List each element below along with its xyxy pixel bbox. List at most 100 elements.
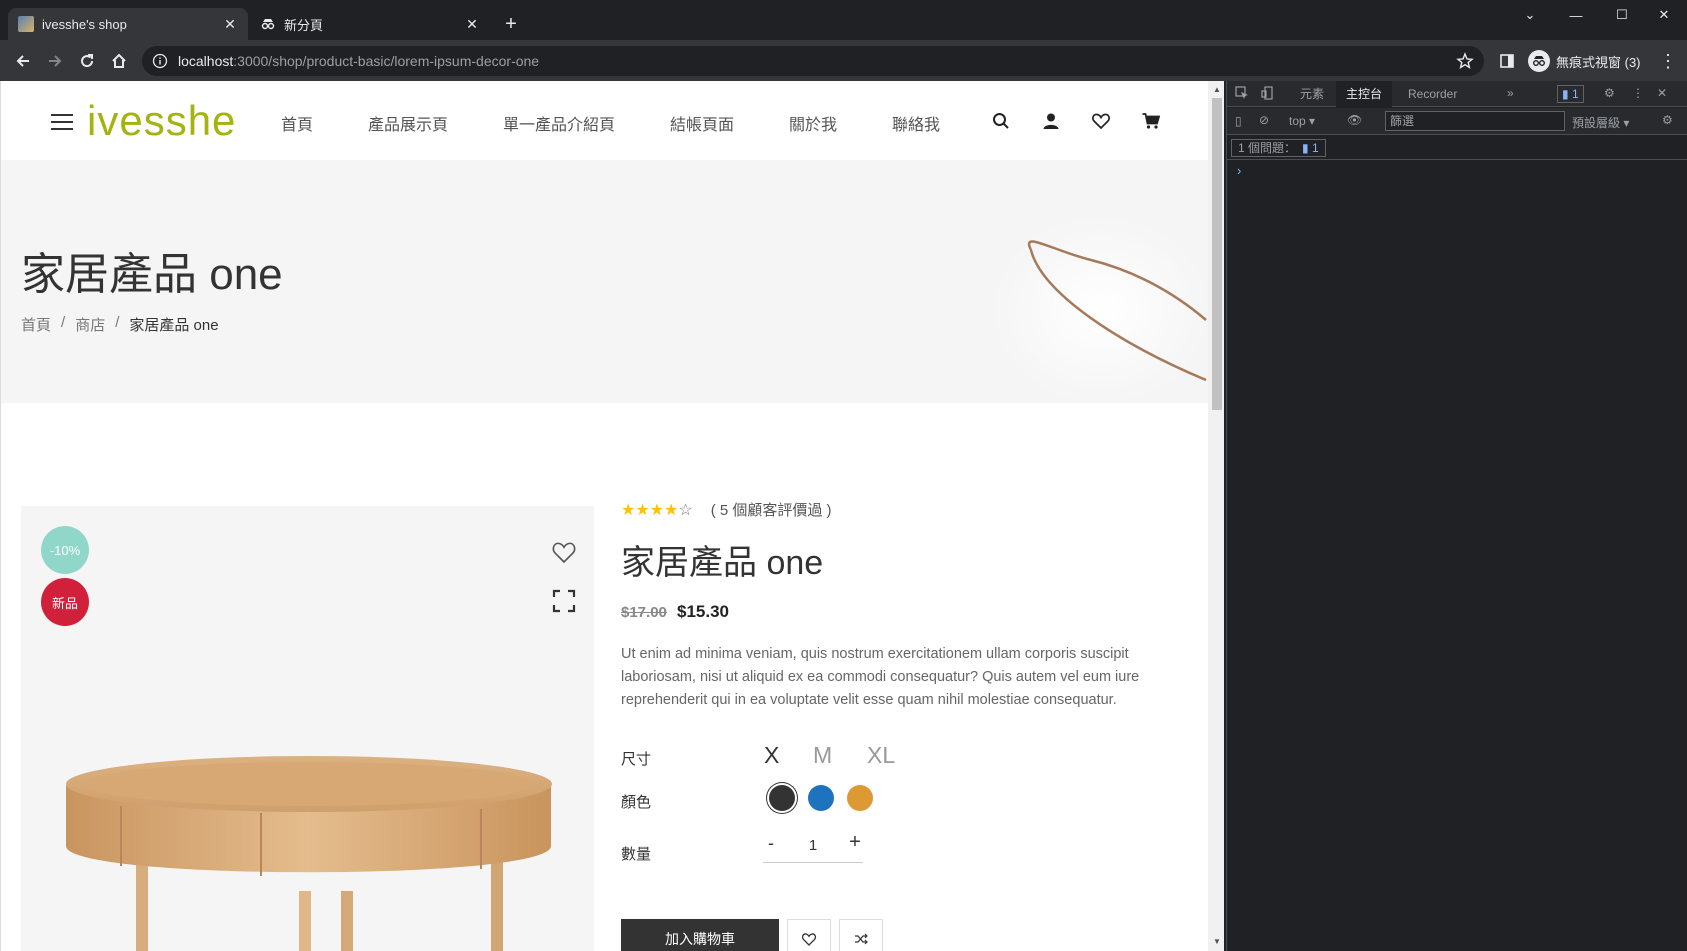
size-option-m[interactable]: M xyxy=(813,742,832,769)
profile-label: 無痕式視窗 (3) xyxy=(1556,54,1641,70)
clear-console-icon[interactable]: ⊘ xyxy=(1259,113,1269,127)
browser-tab-active[interactable]: ivesshe's shop ✕ xyxy=(8,8,248,40)
side-panel-icon[interactable] xyxy=(1494,48,1520,74)
device-toolbar-icon[interactable] xyxy=(1261,86,1275,103)
scroll-down-icon[interactable]: ▼ xyxy=(1213,937,1221,946)
quantity-increment-button[interactable]: + xyxy=(847,831,863,854)
close-tab-icon[interactable]: ✕ xyxy=(222,16,238,32)
minimize-button[interactable]: — xyxy=(1553,0,1599,30)
breadcrumb-separator: / xyxy=(61,314,66,331)
color-swatch-blue[interactable] xyxy=(808,785,834,811)
tab-title: 新分頁 xyxy=(284,17,324,33)
page-title: 家居產品 one xyxy=(21,250,283,299)
page-viewport: ivesshe 首頁 產品展示頁 單一產品介紹頁 結帳頁面 關於我 聯絡我 家居… xyxy=(0,81,1224,951)
devtools-tabbar: 元素 主控台 Recorder » ▮ 1 ⚙ ⋮ ✕ xyxy=(1227,81,1687,107)
size-label: 尺寸 xyxy=(621,751,652,768)
bookmark-star-icon[interactable] xyxy=(1456,52,1474,73)
heart-icon[interactable] xyxy=(1091,111,1111,131)
devtools-menu-icon[interactable]: ⋮ xyxy=(1632,86,1644,100)
new-tab-button[interactable]: + xyxy=(500,13,522,35)
console-filter-input[interactable]: 篩選 xyxy=(1385,111,1565,131)
site-logo[interactable]: ivesshe xyxy=(87,97,236,145)
nav-contact[interactable]: 聯絡我 xyxy=(892,111,940,135)
quantity-decrement-button[interactable]: - xyxy=(763,833,779,854)
incognito-profile-button[interactable]: 無痕式視窗 (3) xyxy=(1528,47,1641,75)
nav-checkout[interactable]: 結帳頁面 xyxy=(670,111,734,135)
size-option-x[interactable]: X xyxy=(764,742,779,769)
add-to-compare-button[interactable] xyxy=(839,919,883,951)
scrollbar-thumb[interactable] xyxy=(1212,98,1222,410)
search-icon[interactable] xyxy=(991,111,1011,131)
back-button[interactable] xyxy=(10,48,36,74)
more-tabs-icon[interactable]: » xyxy=(1507,86,1514,100)
settings-gear-icon[interactable]: ⚙ xyxy=(1604,86,1615,100)
reload-button[interactable] xyxy=(74,48,100,74)
scroll-up-icon[interactable]: ▲ xyxy=(1213,85,1221,94)
inspect-element-icon[interactable] xyxy=(1235,86,1249,103)
forward-button[interactable] xyxy=(42,48,68,74)
nav-product-detail[interactable]: 單一產品介紹頁 xyxy=(503,111,615,135)
browser-tab-strip: ivesshe's shop ✕ 新分頁 ✕ + ⌄ — ☐ ✕ xyxy=(0,0,1687,40)
product-gallery: -10% 新品 xyxy=(21,506,594,951)
add-to-wishlist-button[interactable] xyxy=(787,919,831,951)
color-swatch-orange[interactable] xyxy=(847,785,873,811)
banner-decor-image xyxy=(991,215,1208,400)
home-button[interactable] xyxy=(106,48,132,74)
issues-button[interactable]: 1 個問題： ▮ 1 xyxy=(1231,139,1326,157)
wishlist-heart-icon[interactable] xyxy=(551,539,577,565)
product-rating: ★★★★☆ ( 5 個顧客評價過 ) xyxy=(621,499,832,520)
user-icon[interactable] xyxy=(1041,111,1061,131)
close-tab-icon[interactable]: ✕ xyxy=(464,16,480,32)
sidebar-toggle-icon[interactable]: ▯ xyxy=(1235,114,1242,128)
breadcrumb-home[interactable]: 首頁 xyxy=(21,314,51,335)
site-favicon-icon xyxy=(18,16,34,32)
incognito-icon xyxy=(1528,50,1550,72)
quantity-input[interactable]: 1 xyxy=(793,837,833,854)
fullscreen-icon[interactable] xyxy=(552,589,578,615)
quantity-label: 數量 xyxy=(621,846,652,863)
browser-menu-icon[interactable]: ⋮ xyxy=(1655,48,1681,74)
devtools-tab-console[interactable]: 主控台 xyxy=(1336,81,1393,107)
breadcrumb-banner: 家居產品 one 首頁 / 商店 / 家居產品 one xyxy=(1,160,1208,403)
product-image xyxy=(66,756,552,951)
console-settings-icon[interactable]: ⚙ xyxy=(1662,113,1673,127)
review-count[interactable]: ( 5 個顧客評價過 ) xyxy=(711,499,832,520)
live-expression-eye-icon[interactable]: 👁 xyxy=(1347,113,1362,127)
color-label: 顏色 xyxy=(621,794,652,811)
console-prompt[interactable]: › xyxy=(1237,163,1241,178)
site-info-icon[interactable] xyxy=(152,53,168,69)
address-bar[interactable]: localhost:3000/shop/product-basic/lorem-… xyxy=(142,46,1484,76)
issues-bar: 1 個問題： ▮ 1 xyxy=(1227,136,1687,160)
nav-about[interactable]: 關於我 xyxy=(789,111,837,135)
discount-badge: -10% xyxy=(41,526,89,574)
context-selector[interactable]: top ▾ xyxy=(1289,114,1315,128)
close-devtools-icon[interactable]: ✕ xyxy=(1657,86,1667,100)
shuffle-icon xyxy=(855,933,868,945)
breadcrumb: 首頁 / 商店 / 家居產品 one xyxy=(21,314,219,335)
cart-icon[interactable] xyxy=(1141,111,1161,131)
breadcrumb-current: 家居產品 one xyxy=(129,317,219,334)
log-levels-dropdown[interactable]: 預設層級 ▾ xyxy=(1572,114,1629,131)
quantity-stepper: - 1 + xyxy=(763,831,863,863)
url-host: localhost xyxy=(178,53,234,69)
devtools-tab-elements[interactable]: 元素 xyxy=(1290,81,1334,107)
breadcrumb-shop[interactable]: 商店 xyxy=(75,314,105,335)
issue-count: ▮ 1 xyxy=(1302,141,1319,155)
nav-products[interactable]: 產品展示頁 xyxy=(368,111,448,135)
nav-home[interactable]: 首頁 xyxy=(281,111,313,135)
url-path: :3000/shop/product-basic/lorem-ipsum-dec… xyxy=(233,53,540,69)
add-to-cart-button[interactable]: 加入購物車 xyxy=(621,919,779,951)
issues-badge[interactable]: ▮ 1 xyxy=(1557,85,1584,103)
size-option-xl[interactable]: XL xyxy=(867,742,895,769)
maximize-button[interactable]: ☐ xyxy=(1599,0,1645,30)
page-scrollbar[interactable]: ▲ ▼ xyxy=(1208,81,1224,951)
tab-search-icon[interactable]: ⌄ xyxy=(1507,0,1553,30)
breadcrumb-separator: / xyxy=(115,314,120,331)
browser-tab[interactable]: 新分頁 ✕ xyxy=(250,8,490,40)
devtools-tab-recorder[interactable]: Recorder xyxy=(1398,81,1467,107)
menu-icon[interactable] xyxy=(51,114,73,130)
color-swatch-black[interactable] xyxy=(769,785,795,811)
incognito-favicon-icon xyxy=(260,16,276,32)
close-window-button[interactable]: ✕ xyxy=(1641,0,1687,30)
tab-title: ivesshe's shop xyxy=(42,16,127,32)
